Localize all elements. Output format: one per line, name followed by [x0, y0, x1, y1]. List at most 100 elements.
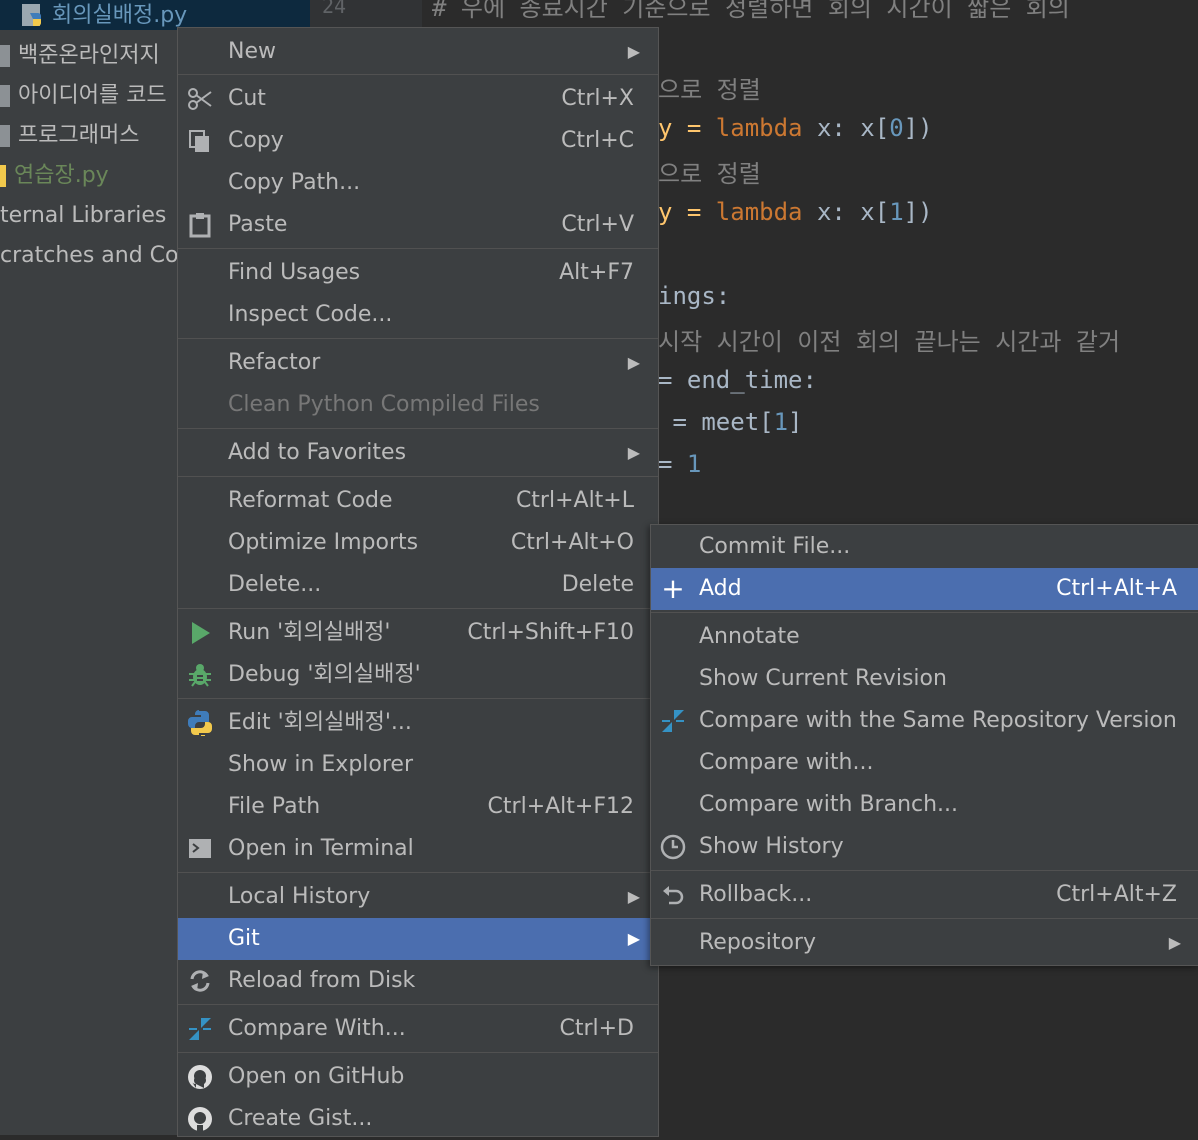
line-number: 24 — [322, 0, 347, 18]
git-menu-item-show-history[interactable]: Show History — [651, 826, 1198, 868]
git-menu-item-commit[interactable]: Commit File... — [651, 526, 1198, 568]
menu-item-run[interactable]: Run '회의실배정' Ctrl+Shift+F10 — [178, 612, 658, 654]
menu-item-git[interactable]: Git ▶ — [178, 918, 658, 960]
git-menu-item-rollback[interactable]: Rollback... Ctrl+Alt+Z — [651, 874, 1198, 916]
git-menu-item-annotate[interactable]: Annotate — [651, 616, 1198, 658]
menu-item-label: Add to Favorites — [228, 440, 407, 465]
menu-item-label: Copy Path... — [228, 170, 361, 195]
code-token: x: x[ — [802, 198, 890, 226]
menu-item-open-github[interactable]: Open on GitHub — [178, 1056, 658, 1098]
python-file-icon — [20, 3, 46, 33]
tree-item-libraries[interactable]: ternal Libraries — [0, 196, 166, 236]
submenu-arrow-icon: ▶ — [627, 42, 640, 61]
menu-item-label: Compare with the Same Repository Version — [699, 708, 1177, 733]
menu-item-shortcut: Alt+F7 — [559, 260, 634, 285]
scissors-icon — [186, 86, 214, 112]
plus-icon: + — [661, 572, 685, 605]
code-token: = meet[ — [658, 408, 774, 436]
tree-item-folder[interactable]: 백준온라인저지 — [0, 36, 160, 76]
code-token: ] — [788, 408, 803, 436]
tree-item-folder[interactable]: 프로그래머스 — [0, 116, 139, 156]
git-submenu: Commit File... + Add Ctrl+Alt+A Annotate … — [650, 524, 1198, 966]
code-line: y = lambda x: x[1]) — [658, 198, 933, 226]
github-icon — [186, 1106, 214, 1132]
menu-item-label: Run '회의실배정' — [228, 620, 391, 645]
menu-separator — [651, 612, 1198, 613]
tree-item-folder[interactable]: 아이디어를 코드 — [0, 76, 167, 116]
code-token: lambda — [715, 198, 803, 226]
submenu-arrow-icon: ▶ — [627, 929, 640, 948]
menu-item-inspect-code[interactable]: Inspect Code... — [178, 294, 658, 336]
git-menu-item-compare-branch[interactable]: Compare with Branch... — [651, 784, 1198, 826]
clipboard-icon — [186, 212, 214, 238]
menu-item-create-gist[interactable]: Create Gist... — [178, 1098, 658, 1140]
menu-item-label: Local History — [228, 884, 371, 909]
menu-item-edit-config[interactable]: Edit '회의실배정'... — [178, 702, 658, 744]
code-comment: 으로 정렬 — [658, 76, 761, 104]
menu-item-copy[interactable]: Copy Ctrl+C — [178, 120, 658, 162]
git-menu-item-add[interactable]: + Add Ctrl+Alt+A — [651, 568, 1198, 610]
code-token: 0 — [889, 114, 904, 142]
menu-item-paste[interactable]: Paste Ctrl+V — [178, 204, 658, 246]
submenu-arrow-icon: ▶ — [627, 887, 640, 906]
menu-item-label: New — [228, 39, 276, 64]
menu-item-label: Inspect Code... — [228, 302, 393, 327]
git-menu-item-repository[interactable]: Repository ▶ — [651, 922, 1198, 964]
github-icon — [186, 1064, 214, 1090]
menu-item-label: Open on GitHub — [228, 1064, 405, 1089]
tree-item-scratches[interactable]: cratches and Con — [0, 236, 192, 276]
menu-item-label: Cut — [228, 86, 266, 111]
menu-item-reformat[interactable]: Reformat Code Ctrl+Alt+L — [178, 480, 658, 522]
menu-item-compare-with[interactable]: Compare With... Ctrl+D — [178, 1008, 658, 1050]
menu-item-shortcut: Ctrl+X — [561, 86, 634, 111]
menu-item-open-terminal[interactable]: Open in Terminal — [178, 828, 658, 870]
menu-item-optimize-imports[interactable]: Optimize Imports Ctrl+Alt+O — [178, 522, 658, 564]
menu-item-file-path[interactable]: File Path Ctrl+Alt+F12 — [178, 786, 658, 828]
menu-item-debug[interactable]: Debug '회의실배정' — [178, 654, 658, 696]
git-menu-item-compare-repo[interactable]: Compare with the Same Repository Version — [651, 700, 1198, 742]
python-icon — [186, 710, 214, 740]
menu-item-delete[interactable]: Delete... Delete — [178, 564, 658, 606]
menu-item-label: Delete... — [228, 572, 322, 597]
menu-item-local-history[interactable]: Local History ▶ — [178, 876, 658, 918]
menu-separator — [178, 1052, 658, 1053]
code-comment: # 우에 종료시간 기준으로 정렬하면 회의 시간이 짧은 회의 — [432, 0, 1070, 22]
tree-item-selected[interactable]: 회의실배정.py — [0, 0, 310, 30]
menu-item-cut[interactable]: Cut Ctrl+X — [178, 78, 658, 120]
menu-item-label: Git — [228, 926, 260, 951]
folder-icon — [0, 85, 10, 107]
menu-item-label: Paste — [228, 212, 288, 237]
menu-item-add-favorites[interactable]: Add to Favorites ▶ — [178, 432, 658, 474]
menu-item-clean-python: Clean Python Compiled Files — [178, 384, 658, 426]
code-token: 1 — [889, 198, 904, 226]
menu-item-shortcut: Ctrl+Alt+O — [510, 530, 634, 555]
play-icon — [186, 620, 214, 646]
code-token: 1 — [686, 450, 702, 478]
submenu-arrow-icon: ▶ — [627, 443, 640, 462]
python-file-icon — [0, 165, 6, 187]
menu-item-new[interactable]: New ▶ — [178, 31, 658, 73]
menu-item-copy-path[interactable]: Copy Path... — [178, 162, 658, 204]
code-token: ]) — [903, 198, 933, 226]
menu-separator — [178, 74, 658, 75]
menu-item-reload[interactable]: Reload from Disk — [178, 960, 658, 1002]
code-line: = meet[1] — [658, 408, 803, 436]
git-menu-item-compare-with[interactable]: Compare with... — [651, 742, 1198, 784]
menu-item-shortcut: Ctrl+Alt+F12 — [487, 794, 634, 819]
menu-item-find-usages[interactable]: Find Usages Alt+F7 — [178, 252, 658, 294]
menu-item-label: Reload from Disk — [228, 968, 416, 993]
menu-item-label: Open in Terminal — [228, 836, 414, 861]
menu-item-refactor[interactable]: Refactor ▶ — [178, 342, 658, 384]
menu-item-label: Compare with Branch... — [699, 792, 959, 817]
tree-item-file[interactable]: 연습장.py — [0, 156, 109, 196]
code-comment: 시작 시간이 이전 회의 끝나는 시간과 같거 — [658, 328, 1121, 356]
menu-separator — [178, 872, 658, 873]
menu-item-label: Show History — [699, 834, 844, 859]
menu-separator — [651, 918, 1198, 919]
tree-item-label: 프로그래머스 — [18, 123, 140, 148]
undo-icon — [659, 882, 687, 908]
menu-item-show-explorer[interactable]: Show in Explorer — [178, 744, 658, 786]
git-menu-item-show-revision[interactable]: Show Current Revision — [651, 658, 1198, 700]
submenu-arrow-icon: ▶ — [627, 353, 640, 372]
menu-item-shortcut: Ctrl+Alt+A — [1056, 576, 1177, 601]
